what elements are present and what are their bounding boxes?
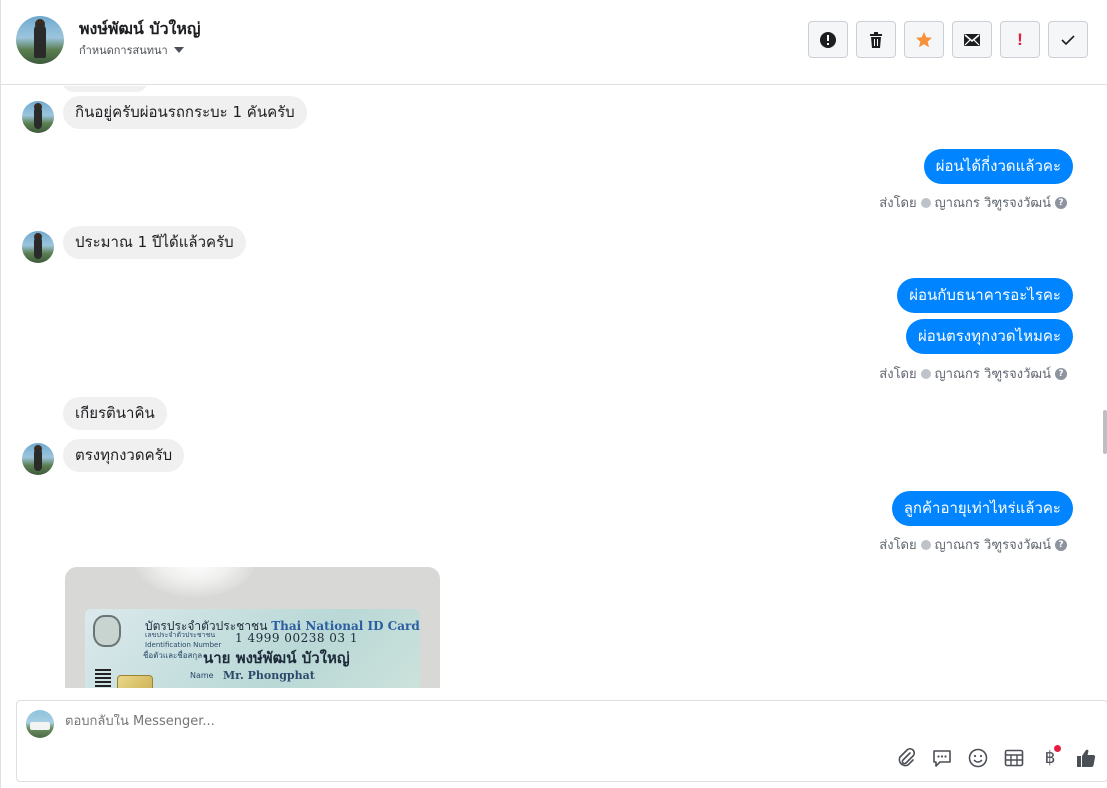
trash-icon bbox=[870, 31, 882, 48]
message-text: ประมาณ 1 ปีได้แล้วครับ bbox=[63, 226, 246, 259]
sent-by-label: ส่งโดย bbox=[879, 538, 917, 553]
sent-by-label: ส่งโดย bbox=[879, 367, 917, 382]
envelope-icon bbox=[964, 33, 980, 46]
incoming-message[interactable]: ตรงทุกงวดครับ bbox=[63, 439, 185, 472]
agent-avatar-icon bbox=[920, 368, 931, 379]
message-text: ตรงทุกงวดครับ bbox=[63, 439, 185, 472]
incoming-message[interactable]: เกียรตินาคิน bbox=[63, 397, 167, 430]
help-icon[interactable]: ? bbox=[1055, 538, 1067, 551]
reply-input[interactable] bbox=[65, 714, 965, 729]
message-text: ผ่อนได้กี่งวดแล้วคะ bbox=[923, 149, 1073, 184]
table-icon bbox=[1004, 749, 1024, 767]
message-thread[interactable]: กินอยู่ครับผ่อนรถกระบะ 1 คันครับ ผ่อนได้… bbox=[1, 86, 1101, 688]
help-icon[interactable]: ? bbox=[1055, 196, 1067, 209]
agent-avatar-icon bbox=[920, 197, 931, 208]
star-button[interactable] bbox=[904, 21, 944, 58]
emoji-button[interactable] bbox=[967, 747, 989, 769]
conversation-settings-dropdown[interactable]: กำหนดการสนทนา bbox=[79, 41, 184, 59]
message-text: เกียรตินาคิน bbox=[63, 397, 167, 430]
outgoing-message[interactable]: ผ่อนได้กี่งวดแล้วคะ bbox=[923, 149, 1073, 184]
page-avatar bbox=[26, 710, 54, 738]
delete-button[interactable] bbox=[856, 21, 896, 58]
paperclip-icon bbox=[898, 747, 916, 767]
mark-unread-button[interactable] bbox=[952, 21, 992, 58]
check-icon bbox=[1061, 34, 1075, 45]
emoji-icon bbox=[968, 748, 988, 768]
outgoing-message[interactable]: ผ่อนตรงทุกงวดไหมคะ bbox=[905, 319, 1073, 354]
message-text: ผ่อนตรงทุกงวดไหมคะ bbox=[905, 319, 1073, 354]
name-label: ชื่อตัวและชื่อสกุล bbox=[143, 651, 203, 660]
message-text: ลูกค้าอายุเท่าไหร่แล้วคะ bbox=[891, 491, 1073, 526]
sent-by-info: ส่งโดย ญาณกร วิฑูรจงวัฒน์ ? bbox=[879, 192, 1067, 213]
help-icon[interactable]: ? bbox=[1055, 367, 1067, 380]
name-thai: นาย พงษ์พัฒน์ บัวใหญ่ bbox=[203, 649, 350, 667]
conversation-settings-label: กำหนดการสนทนา bbox=[79, 44, 168, 57]
sent-by-label: ส่งโดย bbox=[879, 196, 917, 211]
message-text: ผ่อนกับธนาคารอะไรคะ bbox=[897, 278, 1073, 313]
follow-up-button[interactable]: ! bbox=[1000, 21, 1040, 58]
composer-toolbar: ฿ bbox=[895, 745, 1097, 769]
contact-name[interactable]: พงษ์พัฒน์ บัวใหญ่ bbox=[79, 17, 201, 42]
name-english: Mr. Phongphat bbox=[223, 669, 315, 682]
incoming-message-clipped bbox=[63, 86, 147, 96]
chip-icon bbox=[117, 675, 153, 688]
sent-by-info: ส่งโดย ญาณกร วิฑูรจงวัฒน์ ? bbox=[879, 534, 1067, 555]
attach-button[interactable] bbox=[895, 747, 917, 769]
contact-avatar[interactable] bbox=[16, 16, 64, 64]
saved-reply-button[interactable] bbox=[931, 747, 953, 769]
spam-button[interactable] bbox=[808, 21, 848, 58]
photo-attachment-id-card[interactable]: บัตรประจำตัวประชาชน Thai National ID Car… bbox=[65, 567, 440, 688]
notification-dot bbox=[1054, 745, 1061, 752]
saved-reply-icon bbox=[933, 750, 951, 767]
mark-done-button[interactable] bbox=[1048, 21, 1088, 58]
exclamation-icon: ! bbox=[1017, 29, 1023, 49]
caret-down-icon bbox=[173, 47, 184, 53]
alert-circle-icon bbox=[820, 31, 836, 48]
incoming-message[interactable]: ประมาณ 1 ปีได้แล้วครับ bbox=[63, 226, 246, 259]
id-card-image: บัตรประจำตัวประชาชน Thai National ID Car… bbox=[85, 609, 420, 688]
payment-button[interactable]: ฿ bbox=[1039, 745, 1061, 769]
sent-by-agent[interactable]: ญาณกร วิฑูรจงวัฒน์ bbox=[935, 534, 1051, 555]
sent-by-agent[interactable]: ญาณกร วิฑูรจงวัฒน์ bbox=[935, 363, 1051, 384]
message-text: กินอยู่ครับผ่อนรถกระบะ 1 คันครับ bbox=[63, 96, 307, 129]
incoming-message[interactable]: กินอยู่ครับผ่อนรถกระบะ 1 คันครับ bbox=[63, 96, 307, 129]
conversation-header: พงษ์พัฒน์ บัวใหญ่ กำหนดการสนทนา ! bbox=[1, 0, 1107, 85]
thumbs-up-icon bbox=[1077, 749, 1096, 767]
name-label-en: Name bbox=[190, 671, 214, 680]
messenger-conversation-panel: พงษ์พัฒน์ บัวใหญ่ กำหนดการสนทนา ! กินอยู… bbox=[0, 0, 1107, 788]
baht-icon: ฿ bbox=[1044, 748, 1056, 768]
star-icon bbox=[916, 31, 932, 47]
sent-by-agent[interactable]: ญาณกร วิฑูรจงวัฒน์ bbox=[935, 192, 1051, 213]
sent-by-info: ส่งโดย ญาณกร วิฑูรจงวัฒน์ ? bbox=[879, 363, 1067, 384]
id-number: 1 4999 00238 03 1 bbox=[235, 631, 359, 645]
agent-avatar-icon bbox=[920, 539, 931, 550]
scrollbar-thumb[interactable] bbox=[1103, 410, 1107, 454]
sender-avatar[interactable] bbox=[22, 231, 54, 263]
conversation-toolbar: ! bbox=[808, 21, 1088, 58]
outgoing-message[interactable]: ผ่อนกับธนาคารอะไรคะ bbox=[897, 278, 1073, 313]
emblem-icon bbox=[93, 615, 121, 647]
reply-composer: ฿ bbox=[16, 700, 1107, 782]
sender-avatar[interactable] bbox=[22, 443, 54, 475]
id-number-label-th: เลขประจำตัวประชาชน bbox=[145, 631, 216, 639]
like-button[interactable] bbox=[1075, 747, 1097, 769]
sender-avatar[interactable] bbox=[22, 101, 54, 133]
table-button[interactable] bbox=[1003, 747, 1025, 769]
outgoing-message[interactable]: ลูกค้าอายุเท่าไหร่แล้วคะ bbox=[891, 491, 1073, 526]
